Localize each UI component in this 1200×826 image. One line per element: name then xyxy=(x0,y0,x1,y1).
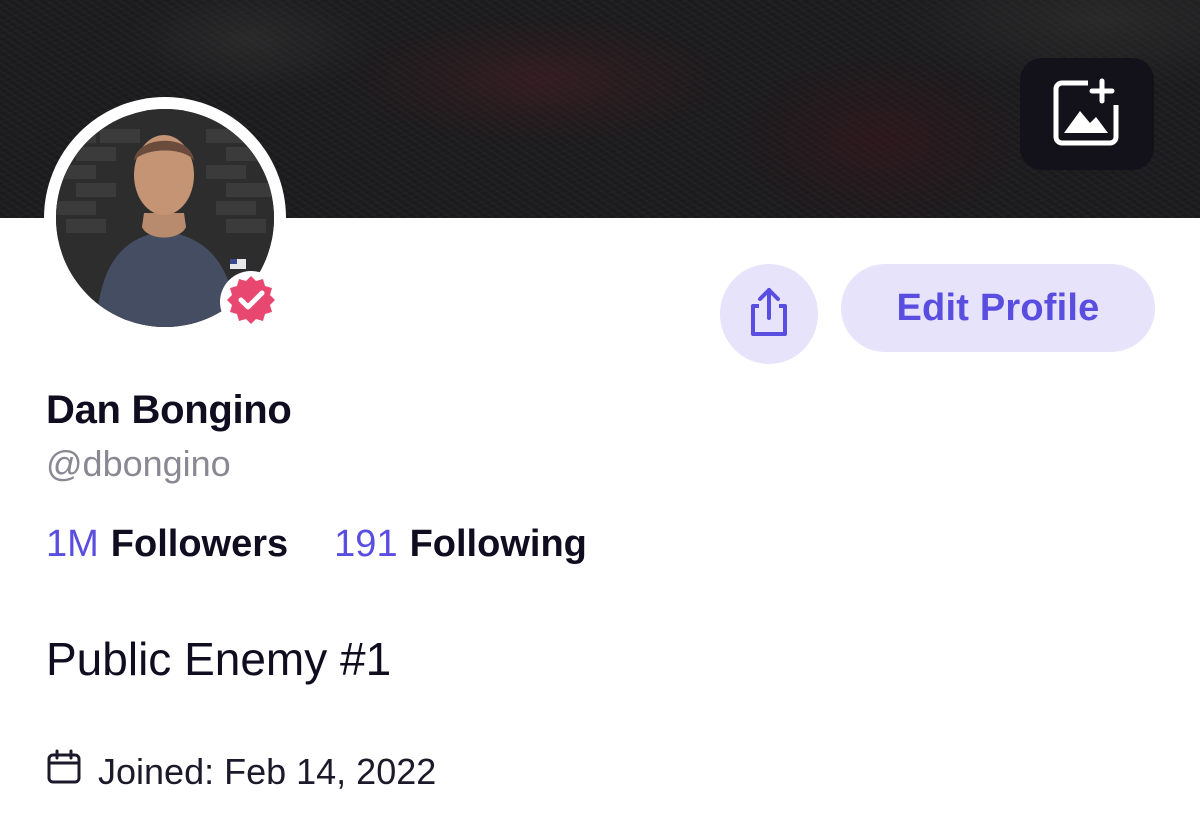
following-count: 191 xyxy=(334,523,398,565)
profile-bio: Public Enemy #1 xyxy=(46,633,392,685)
display-name: Dan Bongino xyxy=(46,388,292,432)
joined-text: Joined: Feb 14, 2022 xyxy=(98,750,437,792)
followers-count: 1M xyxy=(46,523,99,565)
share-icon xyxy=(747,286,791,343)
joined-date: Joined: Feb 14, 2022 xyxy=(46,749,436,794)
calendar-icon xyxy=(46,749,82,794)
username-handle: @dbongino xyxy=(46,443,231,484)
followers-link[interactable]: 1M Followers xyxy=(46,523,288,566)
banner-upload-button[interactable] xyxy=(1020,58,1154,170)
profile-stats: 1M Followers 191 Following xyxy=(46,523,587,566)
image-add-icon xyxy=(1052,76,1122,152)
verified-badge-icon xyxy=(225,274,277,331)
followers-label: Followers xyxy=(110,523,289,565)
following-label: Following xyxy=(409,523,587,565)
edit-profile-button[interactable]: Edit Profile xyxy=(841,264,1155,352)
share-button[interactable] xyxy=(720,264,818,364)
following-link[interactable]: 191 Following xyxy=(334,523,587,566)
verified-badge xyxy=(220,271,282,333)
